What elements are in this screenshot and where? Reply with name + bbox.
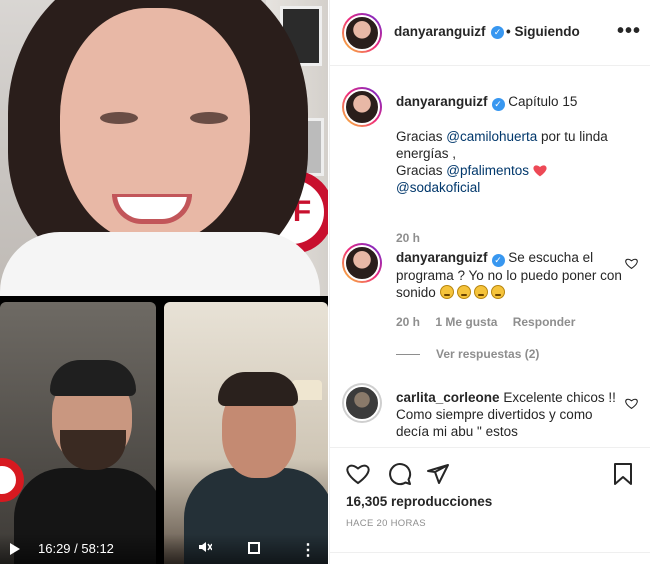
video-pane-guest-2 xyxy=(164,302,328,564)
avatar[interactable] xyxy=(342,243,382,283)
sad-emoji-icon xyxy=(439,285,454,299)
like-comment-icon[interactable] xyxy=(625,257,638,270)
fullscreen-icon[interactable] xyxy=(248,542,260,554)
post-actions: 16,305 reproducciones HACE 20 HORAS xyxy=(330,447,650,564)
comment-icon[interactable] xyxy=(388,462,412,486)
comment-time[interactable]: 20 h xyxy=(396,315,420,329)
sad-emoji-icon xyxy=(456,285,471,299)
caption-line: Gracias @pfalimentos xyxy=(396,162,624,179)
comment-username[interactable]: danyaranguizf xyxy=(396,250,488,265)
verified-icon: ✓ xyxy=(491,98,505,111)
caption-line: @sodakoficial xyxy=(396,179,624,196)
comment-username[interactable]: danyaranguizf xyxy=(396,94,488,109)
comment-meta: 20 h 1 Me gusta Responder xyxy=(396,315,587,329)
like-comment-icon[interactable] xyxy=(625,397,638,410)
view-count[interactable]: 16,305 reproducciones xyxy=(346,494,492,509)
host-eye xyxy=(190,112,228,124)
like-icon[interactable] xyxy=(346,462,370,486)
guest-1-beard xyxy=(60,430,126,470)
sad-emoji-icon xyxy=(473,285,488,299)
video-controls: 16:29 / 58:12 ⋮ xyxy=(0,534,328,564)
share-icon[interactable] xyxy=(426,462,450,486)
save-icon[interactable] xyxy=(611,462,635,486)
caption-line: Gracias @camilohuerta por tu linda energ… xyxy=(396,129,608,161)
following-status[interactable]: • Siguiendo xyxy=(506,24,580,39)
guest-1-cap xyxy=(50,360,136,396)
host-shirt xyxy=(0,232,320,296)
comment-likes[interactable]: 1 Me gusta xyxy=(435,315,497,329)
mute-icon[interactable] xyxy=(198,540,213,556)
comment: carlita_corleone Excelente chicos !! Com… xyxy=(342,383,642,447)
verified-icon: ✓ xyxy=(491,254,505,267)
more-vertical-icon[interactable]: ⋮ xyxy=(300,543,316,559)
sad-emoji-icon xyxy=(490,285,505,299)
guest-2-hair xyxy=(218,372,298,406)
caption: danyaranguizf ✓ Capítulo 15 Gracias @cami… xyxy=(342,87,642,257)
video-time: 16:29 / 58:12 xyxy=(38,541,114,556)
view-replies-button[interactable]: Ver respuestas (2) xyxy=(396,347,539,361)
video-pane-guest-1 xyxy=(0,302,156,564)
mention-link[interactable]: @pfalimentos xyxy=(446,163,529,178)
red-heart-icon xyxy=(533,165,547,177)
post-header: danyaranguizf ✓ • Siguiendo ••• xyxy=(330,0,650,66)
reply-button[interactable]: Responder xyxy=(513,315,576,329)
comment-username[interactable]: carlita_corleone xyxy=(396,390,500,405)
header-username[interactable]: danyaranguizf xyxy=(394,24,486,39)
play-icon[interactable] xyxy=(10,543,20,555)
avatar[interactable] xyxy=(342,383,382,423)
comments-list[interactable]: danyaranguizf ✓ Capítulo 15 Gracias @cami… xyxy=(330,67,650,447)
verified-icon: ✓ xyxy=(491,26,504,39)
divider xyxy=(330,552,650,553)
caption-title: Capítulo 15 xyxy=(508,94,578,109)
live-video[interactable]: PF 16:29 / 58:12 ⋮ xyxy=(0,0,328,564)
mention-link[interactable]: @sodakoficial xyxy=(396,180,480,195)
video-pane-host: PF xyxy=(0,0,328,296)
mention-link[interactable]: @camilohuerta xyxy=(446,129,537,144)
post-panel: danyaranguizf ✓ • Siguiendo ••• danyaran… xyxy=(329,0,650,564)
avatar[interactable] xyxy=(342,13,382,53)
post-timestamp[interactable]: HACE 20 HORAS xyxy=(346,518,426,529)
more-options-icon[interactable]: ••• xyxy=(617,20,641,43)
host-eye xyxy=(100,112,138,124)
avatar[interactable] xyxy=(342,87,382,127)
comment: danyaranguizf ✓ Se escucha el programa ? … xyxy=(342,243,642,343)
